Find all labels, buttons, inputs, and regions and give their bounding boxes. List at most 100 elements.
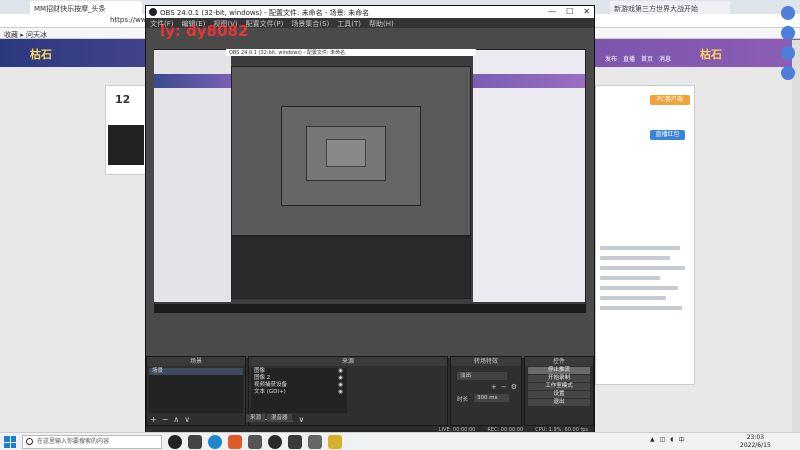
avatar[interactable]: [108, 125, 144, 165]
source-item[interactable]: 图像 ◉: [251, 368, 347, 375]
obs-titlebar[interactable]: OBS 24.0.1 (32-bit, windows) - 配置文件: 未命名…: [146, 6, 594, 18]
eye-icon[interactable]: ◉: [338, 368, 343, 375]
exit-button[interactable]: 退出: [528, 399, 590, 406]
source-item[interactable]: 图像 2 ◉: [251, 375, 347, 382]
app-icon[interactable]: [328, 435, 342, 449]
volume-icon[interactable]: ◖: [670, 436, 673, 443]
browser-tab-2[interactable]: 新游戏第三方世界大战开始: [610, 1, 730, 14]
scenes-dock: 场景 场景 + − ∧ ∨: [146, 356, 246, 426]
stop-streaming-button[interactable]: 停止推流: [528, 367, 590, 374]
minimize-icon[interactable]: —: [548, 7, 556, 16]
move-down-button[interactable]: ∨: [298, 415, 304, 424]
source-item[interactable]: 视频捕获设备 ◉: [251, 382, 347, 389]
side-app-icon[interactable]: [781, 46, 795, 60]
text-line: [600, 266, 685, 270]
remove-transition-button[interactable]: −: [501, 383, 507, 391]
taskbar-apps: [168, 435, 342, 449]
browser-side-icons: [776, 0, 800, 110]
system-tray: ▲ ◫ ◖ 中: [650, 435, 684, 444]
network-icon[interactable]: ◫: [660, 436, 666, 443]
captured-banner-right: [473, 74, 585, 88]
eye-icon[interactable]: ◉: [338, 382, 343, 389]
site-nav: 发布 直播 首页 消息: [605, 44, 695, 63]
app-icon[interactable]: [288, 435, 302, 449]
side-app-icon[interactable]: [781, 6, 795, 20]
app-icon[interactable]: [188, 435, 202, 449]
taskbar-search-input[interactable]: 在这里输入你要搜索的内容: [22, 435, 162, 449]
obs-logo-icon: [149, 8, 157, 16]
site-logo-right[interactable]: 枯石: [700, 42, 760, 64]
close-icon[interactable]: ✕: [583, 7, 590, 16]
obs-docks: 场景 场景 + − ∧ ∨ 来源 图像 ◉ 图像 2 ◉ 视频捕获设备 ◉ 文本 (G…: [146, 356, 594, 426]
text-line: [600, 306, 682, 310]
clock-time: 23:03: [746, 434, 765, 441]
add-scene-button[interactable]: +: [150, 415, 157, 424]
side-app-icon[interactable]: [781, 66, 795, 80]
move-up-button[interactable]: ∧: [173, 415, 179, 424]
windows-taskbar: 在这里输入你要搜索的内容 ▲ ◫ ◖ 中 23:03 2022/6/15: [0, 432, 800, 450]
obs-app-icon[interactable]: [268, 435, 282, 449]
pc-client-button[interactable]: PC客户端: [650, 95, 690, 105]
menu-profile[interactable]: 配置文件(P): [246, 19, 284, 28]
browser-app-icon[interactable]: [208, 435, 222, 449]
captured-taskbar: [154, 304, 586, 313]
controls-dock: 控件 停止推流 开始录制 工作室模式 设置 退出: [524, 356, 594, 426]
site-nav-item[interactable]: 首页: [641, 54, 653, 63]
site-nav-item[interactable]: 消息: [659, 54, 671, 63]
red-packet-badge[interactable]: 直播红包: [650, 130, 685, 140]
browser-tab[interactable]: MM招财快乐按摩_头条: [30, 1, 142, 14]
tab-sources[interactable]: 来源: [246, 414, 266, 422]
side-app-icon[interactable]: [781, 26, 795, 40]
nested-preview-3: [326, 139, 366, 167]
text-line: [600, 286, 678, 290]
watermark-text: ly: dy8082: [160, 22, 249, 40]
scenes-list: 场景: [149, 368, 243, 413]
source-item[interactable]: 文本 (GDI+) ◉: [251, 389, 347, 396]
site-nav-item[interactable]: 发布: [605, 54, 617, 63]
controls-header: 控件: [525, 357, 593, 366]
text-line: [600, 296, 666, 300]
captured-obs-docks: [231, 236, 471, 299]
search-icon: [26, 438, 33, 445]
captured-banner-left: [154, 74, 231, 88]
text-line: [600, 276, 660, 280]
site-logo[interactable]: 枯石: [30, 42, 100, 64]
clock-date: 2022/6/15: [740, 442, 771, 449]
site-nav-item[interactable]: 直播: [623, 54, 635, 63]
ime-icon[interactable]: 中: [678, 435, 684, 444]
menu-help[interactable]: 帮助(H): [369, 19, 394, 28]
eye-icon[interactable]: ◉: [338, 389, 343, 396]
transitions-header: 转场特效: [451, 357, 521, 366]
tray-icon[interactable]: ▲: [650, 436, 655, 443]
text-line: [600, 256, 670, 260]
studio-mode-button[interactable]: 工作室模式: [528, 383, 590, 390]
eye-icon[interactable]: ◉: [338, 375, 343, 382]
sources-list: 图像 ◉ 图像 2 ◉ 视频捕获设备 ◉ 文本 (GDI+) ◉: [251, 368, 347, 413]
remove-scene-button[interactable]: −: [162, 415, 169, 424]
move-down-button[interactable]: ∨: [184, 415, 190, 424]
app-icon[interactable]: [248, 435, 262, 449]
menu-scene-collection[interactable]: 场景集合(S): [291, 19, 329, 28]
scene-item[interactable]: 场景: [149, 368, 243, 375]
text-line: [600, 246, 680, 250]
menu-tools[interactable]: 工具(T): [337, 19, 361, 28]
taskbar-clock[interactable]: 23:03 2022/6/15: [740, 434, 771, 450]
task-view-icon[interactable]: [168, 435, 182, 449]
app-icon[interactable]: [228, 435, 242, 449]
transition-toolbar: + − ⚙: [491, 383, 517, 391]
settings-button[interactable]: 设置: [528, 391, 590, 398]
app-icon[interactable]: [308, 435, 322, 449]
obs-window: OBS 24.0.1 (32-bit, windows) - 配置文件: 未命名…: [145, 5, 595, 434]
start-recording-button[interactable]: 开始录制: [528, 375, 590, 382]
maximize-icon[interactable]: ☐: [566, 7, 573, 16]
gear-icon[interactable]: ⚙: [511, 383, 517, 391]
windows-start-icon[interactable]: [4, 436, 16, 448]
window-controls: — ☐ ✕: [548, 7, 590, 16]
profile-count: 12: [115, 93, 131, 106]
transition-select[interactable]: 淡出: [457, 372, 507, 380]
dock-tabs: 来源 混音器: [246, 414, 292, 422]
add-transition-button[interactable]: +: [491, 383, 497, 391]
scenes-toolbar: + − ∧ ∨: [150, 415, 190, 424]
tab-mixer[interactable]: 混音器: [267, 414, 292, 422]
duration-input[interactable]: 300 ms: [474, 394, 509, 402]
